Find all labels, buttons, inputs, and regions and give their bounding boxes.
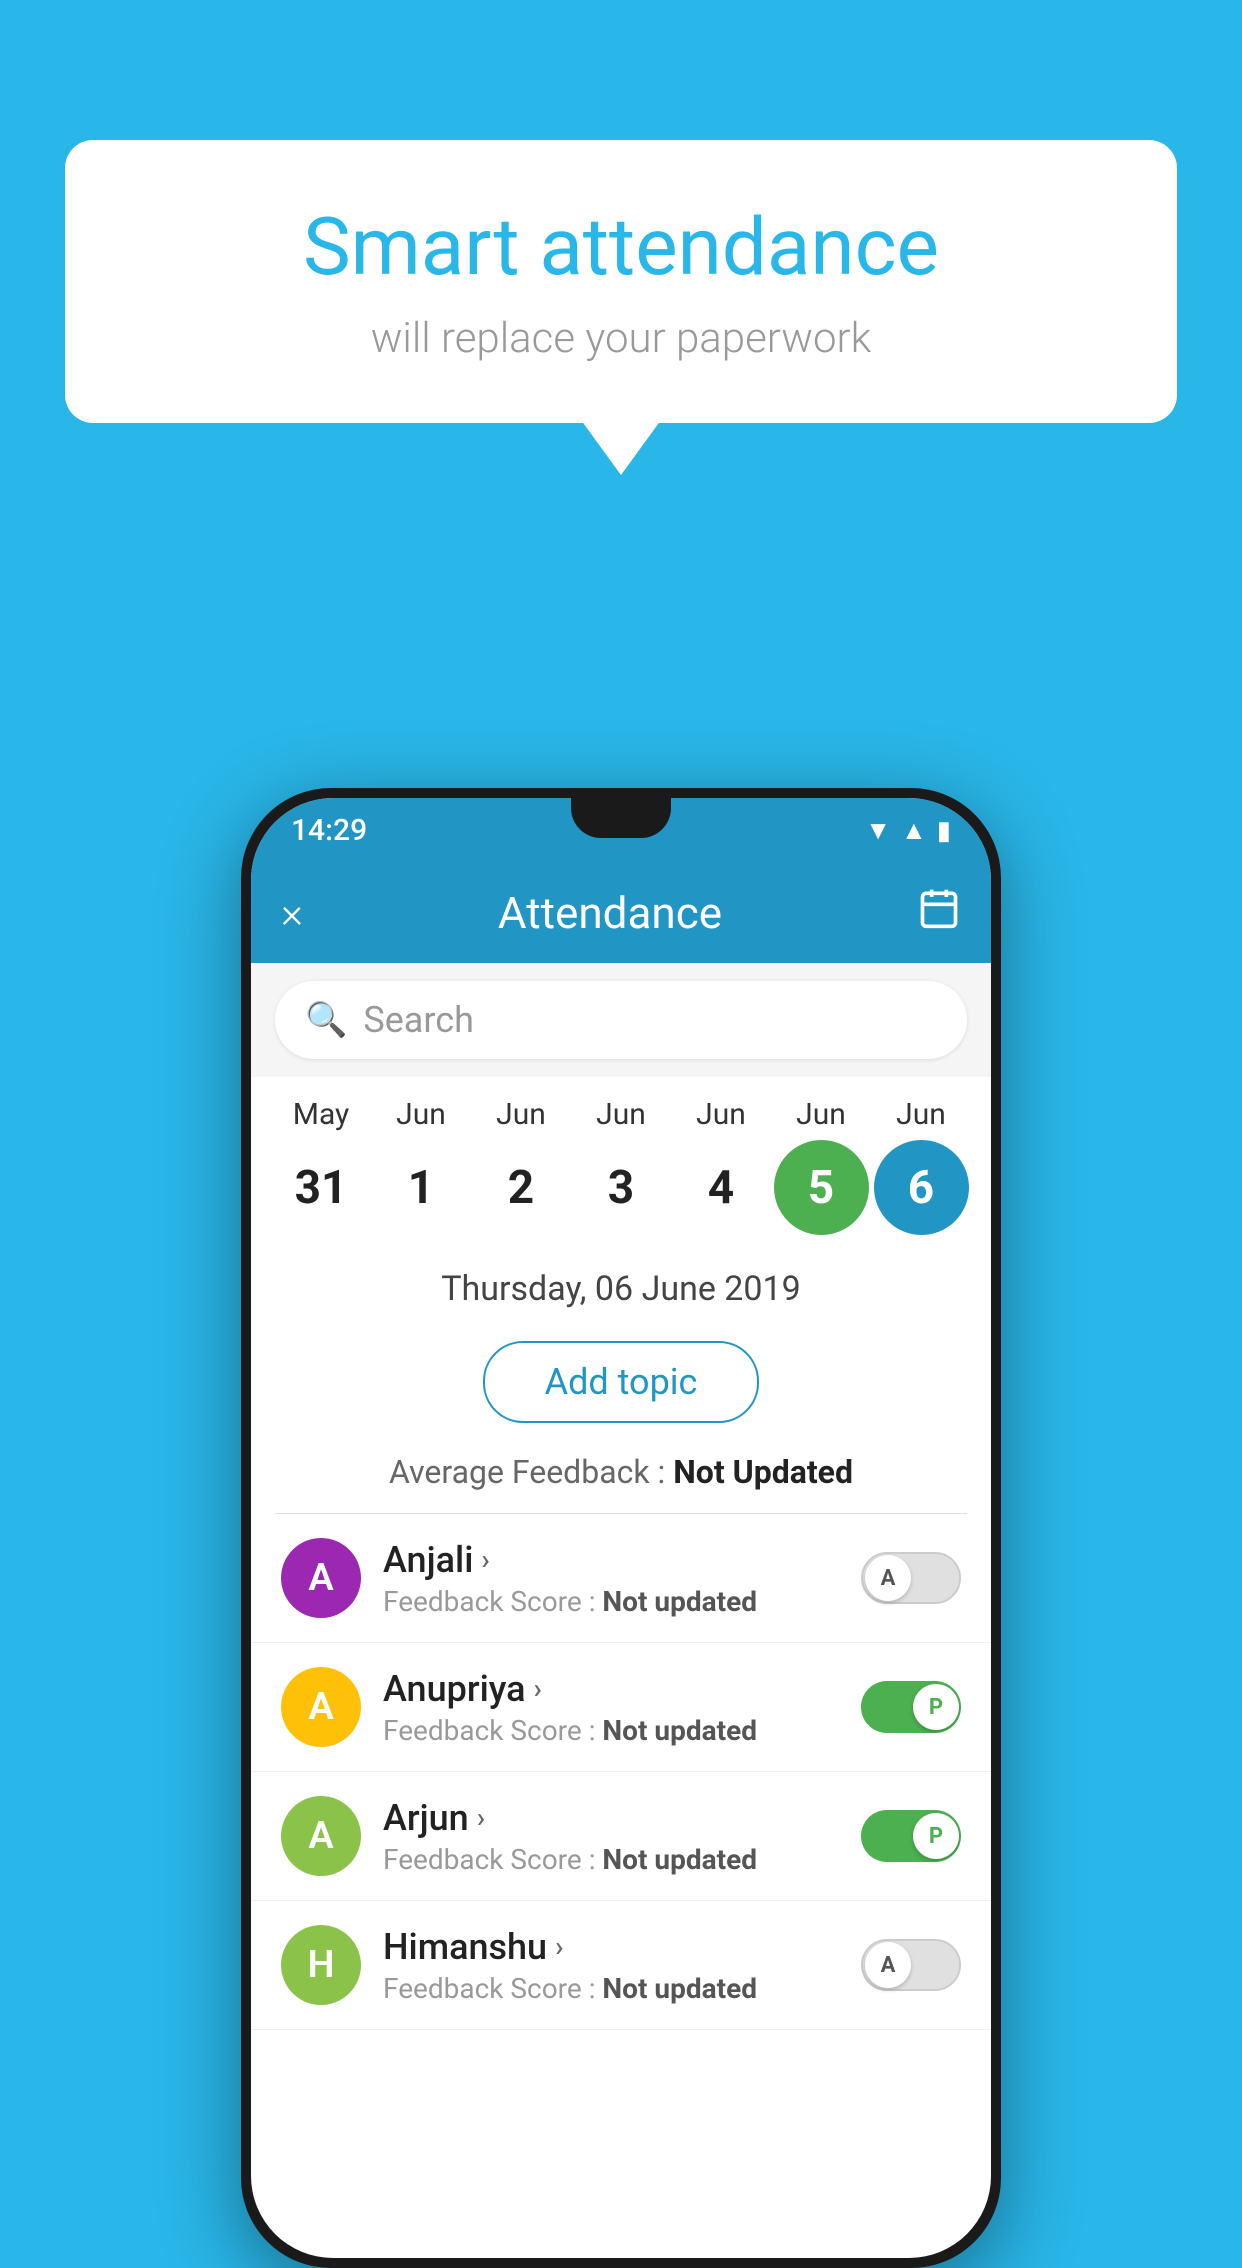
phone-frame: 14:29 ▼ ▲ ▮ × Attendance 🔍 (241, 788, 1001, 2268)
toggle-thumb-arjun: P (913, 1813, 959, 1859)
add-topic-button[interactable]: Add topic (483, 1341, 760, 1423)
student-list: A Anjali › Feedback Score : Not updated … (251, 1514, 991, 2030)
toggle-anjali-switch[interactable]: A (861, 1552, 961, 1604)
date-31[interactable]: 31 (274, 1140, 369, 1235)
search-icon: 🔍 (305, 1000, 347, 1040)
toggle-himanshu-switch[interactable]: A (861, 1939, 961, 1991)
search-bar[interactable]: 🔍 Search (275, 981, 967, 1059)
calendar-months: May Jun Jun Jun Jun Jun Jun (261, 1097, 981, 1132)
chevron-anupriya: › (534, 1672, 542, 1705)
toggle-thumb-anjali: A (865, 1555, 911, 1601)
month-4: Jun (674, 1097, 769, 1132)
date-5-today[interactable]: 5 (774, 1140, 869, 1235)
toggle-anjali[interactable]: A (861, 1552, 961, 1604)
avatar-anjali: A (281, 1538, 361, 1618)
chevron-anjali: › (481, 1543, 489, 1576)
chevron-arjun: › (477, 1801, 485, 1834)
speech-bubble-title: Smart attendance (145, 200, 1097, 294)
date-header: Thursday, 06 June 2019 (251, 1245, 991, 1325)
wifi-icon: ▼ (865, 815, 891, 846)
student-item-anjali: A Anjali › Feedback Score : Not updated … (251, 1514, 991, 1643)
feedback-label: Average Feedback : (389, 1453, 673, 1491)
toggle-himanshu[interactable]: A (861, 1939, 961, 1991)
phone-screen: 14:29 ▼ ▲ ▮ × Attendance 🔍 (251, 798, 991, 2258)
month-3: Jun (574, 1097, 669, 1132)
student-feedback-arjun: Feedback Score : Not updated (383, 1843, 839, 1876)
avatar-arjun: A (281, 1796, 361, 1876)
feedback-value: Not Updated (673, 1453, 853, 1491)
student-feedback-himanshu: Feedback Score : Not updated (383, 1972, 839, 2005)
toggle-anupriya-switch[interactable]: P (861, 1681, 961, 1733)
avatar-himanshu: H (281, 1925, 361, 2005)
toggle-anupriya[interactable]: P (861, 1681, 961, 1733)
status-icons: ▼ ▲ ▮ (865, 815, 951, 846)
feedback-summary: Average Feedback : Not Updated (251, 1443, 991, 1513)
search-placeholder: Search (363, 999, 474, 1041)
student-feedback-anupriya: Feedback Score : Not updated (383, 1714, 839, 1747)
speech-bubble-container: Smart attendance will replace your paper… (65, 140, 1177, 423)
student-item-anupriya: A Anupriya › Feedback Score : Not update… (251, 1643, 991, 1772)
status-time: 14:29 (291, 813, 367, 848)
student-info-anupriya: Anupriya › Feedback Score : Not updated (383, 1668, 839, 1747)
student-info-anjali: Anjali › Feedback Score : Not updated (383, 1539, 839, 1618)
battery-icon: ▮ (937, 816, 951, 846)
student-feedback-anjali: Feedback Score : Not updated (383, 1585, 839, 1618)
selected-date-text: Thursday, 06 June 2019 (441, 1269, 801, 1309)
student-name-anjali[interactable]: Anjali › (383, 1539, 839, 1581)
student-name-himanshu[interactable]: Himanshu › (383, 1926, 839, 1968)
student-item-arjun: A Arjun › Feedback Score : Not updated P (251, 1772, 991, 1901)
month-1: Jun (374, 1097, 469, 1132)
month-6: Jun (874, 1097, 969, 1132)
calendar-icon[interactable] (917, 886, 961, 940)
speech-bubble-subtitle: will replace your paperwork (145, 314, 1097, 363)
student-item-himanshu: H Himanshu › Feedback Score : Not update… (251, 1901, 991, 2030)
month-5: Jun (774, 1097, 869, 1132)
student-name-arjun[interactable]: Arjun › (383, 1797, 839, 1839)
search-bar-container: 🔍 Search (251, 963, 991, 1077)
student-info-arjun: Arjun › Feedback Score : Not updated (383, 1797, 839, 1876)
speech-bubble: Smart attendance will replace your paper… (65, 140, 1177, 423)
chevron-himanshu: › (555, 1930, 563, 1963)
notch (571, 798, 671, 838)
add-topic-container: Add topic (251, 1325, 991, 1443)
student-info-himanshu: Himanshu › Feedback Score : Not updated (383, 1926, 839, 2005)
date-2[interactable]: 2 (474, 1140, 569, 1235)
signal-icon: ▲ (901, 815, 927, 846)
date-6-selected[interactable]: 6 (874, 1140, 969, 1235)
student-name-anupriya[interactable]: Anupriya › (383, 1668, 839, 1710)
month-0: May (274, 1097, 369, 1132)
toggle-arjun[interactable]: P (861, 1810, 961, 1862)
toggle-arjun-switch[interactable]: P (861, 1810, 961, 1862)
date-1[interactable]: 1 (374, 1140, 469, 1235)
app-bar-title: Attendance (498, 887, 722, 939)
date-4[interactable]: 4 (674, 1140, 769, 1235)
toggle-thumb-himanshu: A (865, 1942, 911, 1988)
date-3[interactable]: 3 (574, 1140, 669, 1235)
calendar-strip: May Jun Jun Jun Jun Jun Jun 31 1 2 3 4 5… (251, 1077, 991, 1245)
month-2: Jun (474, 1097, 569, 1132)
close-button[interactable]: × (281, 889, 303, 938)
toggle-thumb-anupriya: P (913, 1684, 959, 1730)
avatar-anupriya: A (281, 1667, 361, 1747)
app-bar: × Attendance (251, 863, 991, 963)
calendar-dates: 31 1 2 3 4 5 6 (261, 1140, 981, 1235)
status-bar: 14:29 ▼ ▲ ▮ (251, 798, 991, 863)
